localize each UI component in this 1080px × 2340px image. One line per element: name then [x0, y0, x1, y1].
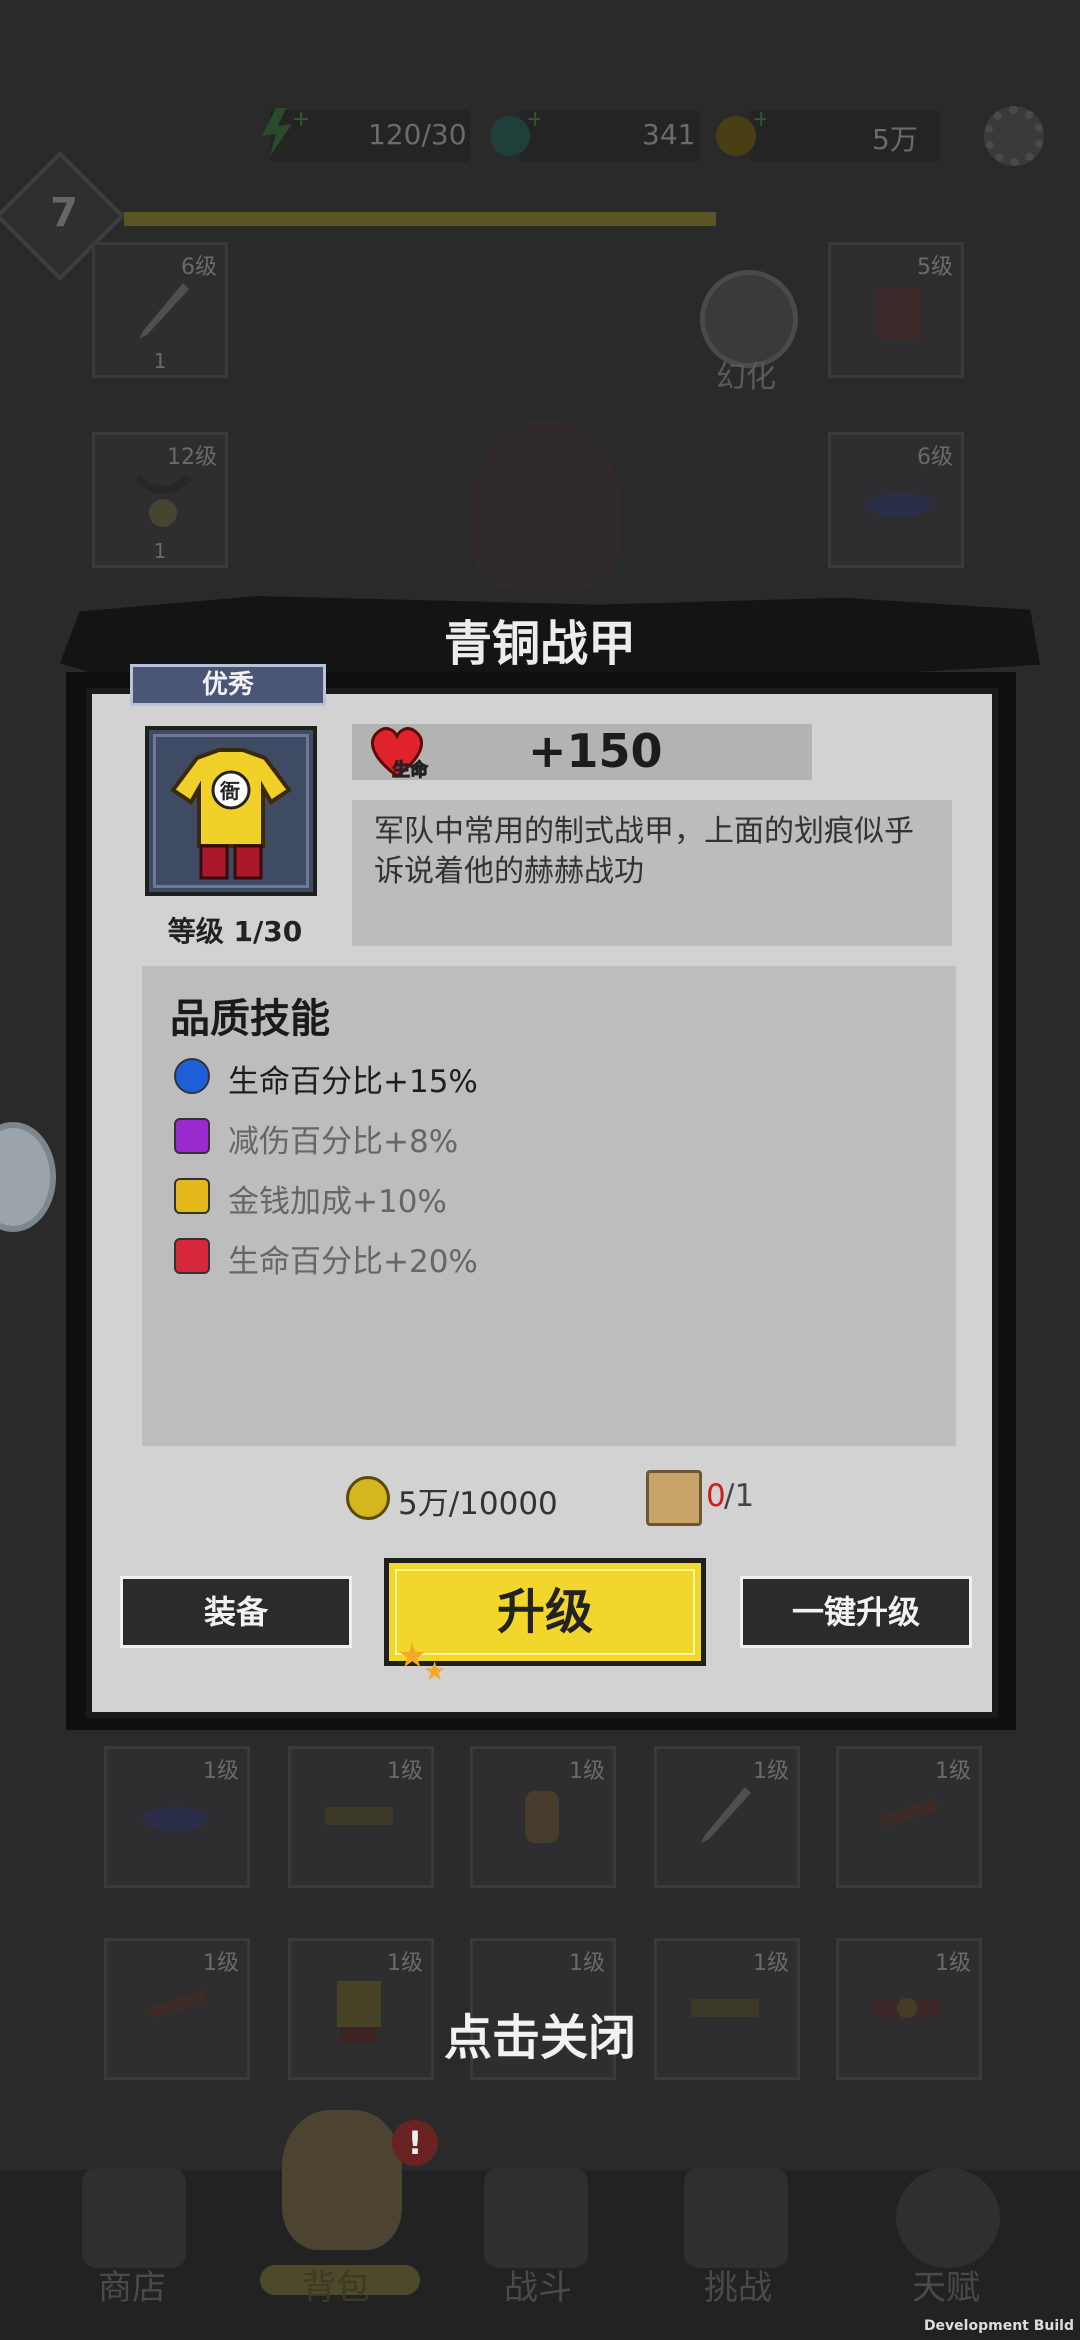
cost-gold: 5万/10000	[398, 1486, 558, 1522]
game-screen: + 120/30 + 341 + 5万 7 6级 1 5级 12级 1 6级 幻…	[0, 0, 1080, 2340]
stat-label: 生命	[392, 760, 429, 782]
shop-icon[interactable]	[82, 2168, 186, 2268]
skills-title: 品质技能	[170, 996, 330, 1042]
gold-value: 5万	[872, 123, 918, 156]
nav-challenge[interactable]: 挑战	[704, 2260, 772, 2309]
skill-text: 减伤百分比+8%	[228, 1124, 459, 1160]
gold-coin-icon[interactable]: +	[710, 104, 766, 160]
sword-icon[interactable]	[484, 2168, 588, 2268]
transform-label: 幻化	[716, 360, 776, 395]
skill-text: 生命百分比+15%	[228, 1064, 478, 1100]
equip-button[interactable]: 装备	[120, 1576, 352, 1648]
bag-slot[interactable]: 1级	[470, 1746, 616, 1888]
skill-text: 生命百分比+20%	[228, 1244, 478, 1280]
lock-icon	[174, 1238, 210, 1274]
dagger-icon	[701, 1787, 751, 1843]
build-label: Development Build	[923, 2318, 1074, 2334]
star-icon: ★	[423, 1657, 447, 1687]
item-icon-frame: 衙	[145, 726, 317, 896]
belt-icon	[325, 1807, 393, 1825]
item-level: 等级 1/30	[167, 915, 303, 948]
headband-icon	[141, 1807, 209, 1831]
player-level: 7	[50, 190, 78, 236]
nav-talent[interactable]: 天赋	[912, 2260, 980, 2309]
gold-coin-icon	[346, 1476, 390, 1520]
equip-slot-necklace[interactable]: 12级 1	[92, 432, 228, 568]
item-description: 军队中常用的制式战甲，上面的划痕似乎诉说着他的赫赫战功	[374, 814, 914, 889]
skill-text: 金钱加成+10%	[228, 1184, 447, 1220]
shield-icon[interactable]	[684, 2168, 788, 2268]
bag-icon[interactable]	[282, 2110, 402, 2250]
bag-alert-badge: !	[392, 2120, 438, 2166]
energy-value: 120/30	[368, 118, 467, 151]
nav-bag[interactable]: 背包	[302, 2260, 370, 2309]
dagger-icon	[139, 283, 189, 339]
yin-yang-icon[interactable]	[896, 2168, 1000, 2268]
hero-character	[470, 420, 620, 590]
bronze-armor-icon: 衙	[170, 748, 292, 880]
bag-slot[interactable]: 1级	[836, 1746, 982, 1888]
svg-text:+: +	[752, 107, 766, 132]
settings-gear-icon[interactable]	[984, 106, 1044, 166]
lock-icon	[174, 1118, 210, 1154]
bag-slot[interactable]: 1级	[104, 1746, 250, 1888]
material-have: 0	[706, 1478, 726, 1514]
stat-value: +150	[528, 724, 663, 778]
armor-icon	[877, 287, 921, 339]
upgrade-all-button[interactable]: 一键升级	[740, 1576, 972, 1648]
slot-count: 1	[153, 349, 167, 373]
nav-shop[interactable]: 商店	[98, 2260, 166, 2309]
gem-value: 341	[642, 118, 696, 151]
headband-icon	[865, 493, 933, 517]
gem-icon[interactable]: +	[484, 104, 540, 160]
quality-tag: 优秀	[130, 664, 326, 706]
equip-slot-belt[interactable]: 6级	[828, 432, 964, 568]
equip-slot-armor[interactable]: 5级	[828, 242, 964, 378]
lock-icon	[174, 1178, 210, 1214]
bag-slot[interactable]: 1级	[654, 1746, 800, 1888]
svg-text:+: +	[526, 107, 540, 132]
upgrade-scroll-icon	[646, 1470, 702, 1526]
crossbow-icon	[877, 1797, 937, 1827]
slot-count: 1	[153, 539, 167, 563]
bag-slot[interactable]: 1级	[288, 1746, 434, 1888]
svg-text:+: +	[292, 107, 308, 132]
svg-text:衙: 衙	[219, 779, 240, 803]
upgrade-button[interactable]: ★ ★ 升级	[384, 1558, 706, 1687]
skill-active-icon	[174, 1058, 210, 1094]
tap-to-close-hint[interactable]: 点击关闭	[0, 1998, 1080, 2068]
equip-slot-weapon[interactable]: 6级 1	[92, 242, 228, 378]
slot-level: 1级	[569, 1951, 605, 1976]
nav-battle[interactable]: 战斗	[504, 2260, 572, 2309]
gauntlet-icon	[525, 1791, 559, 1843]
xp-bar	[124, 212, 716, 226]
material-need: /1	[724, 1478, 755, 1514]
necklace-icon	[134, 474, 192, 527]
energy-icon[interactable]: +	[252, 104, 308, 160]
